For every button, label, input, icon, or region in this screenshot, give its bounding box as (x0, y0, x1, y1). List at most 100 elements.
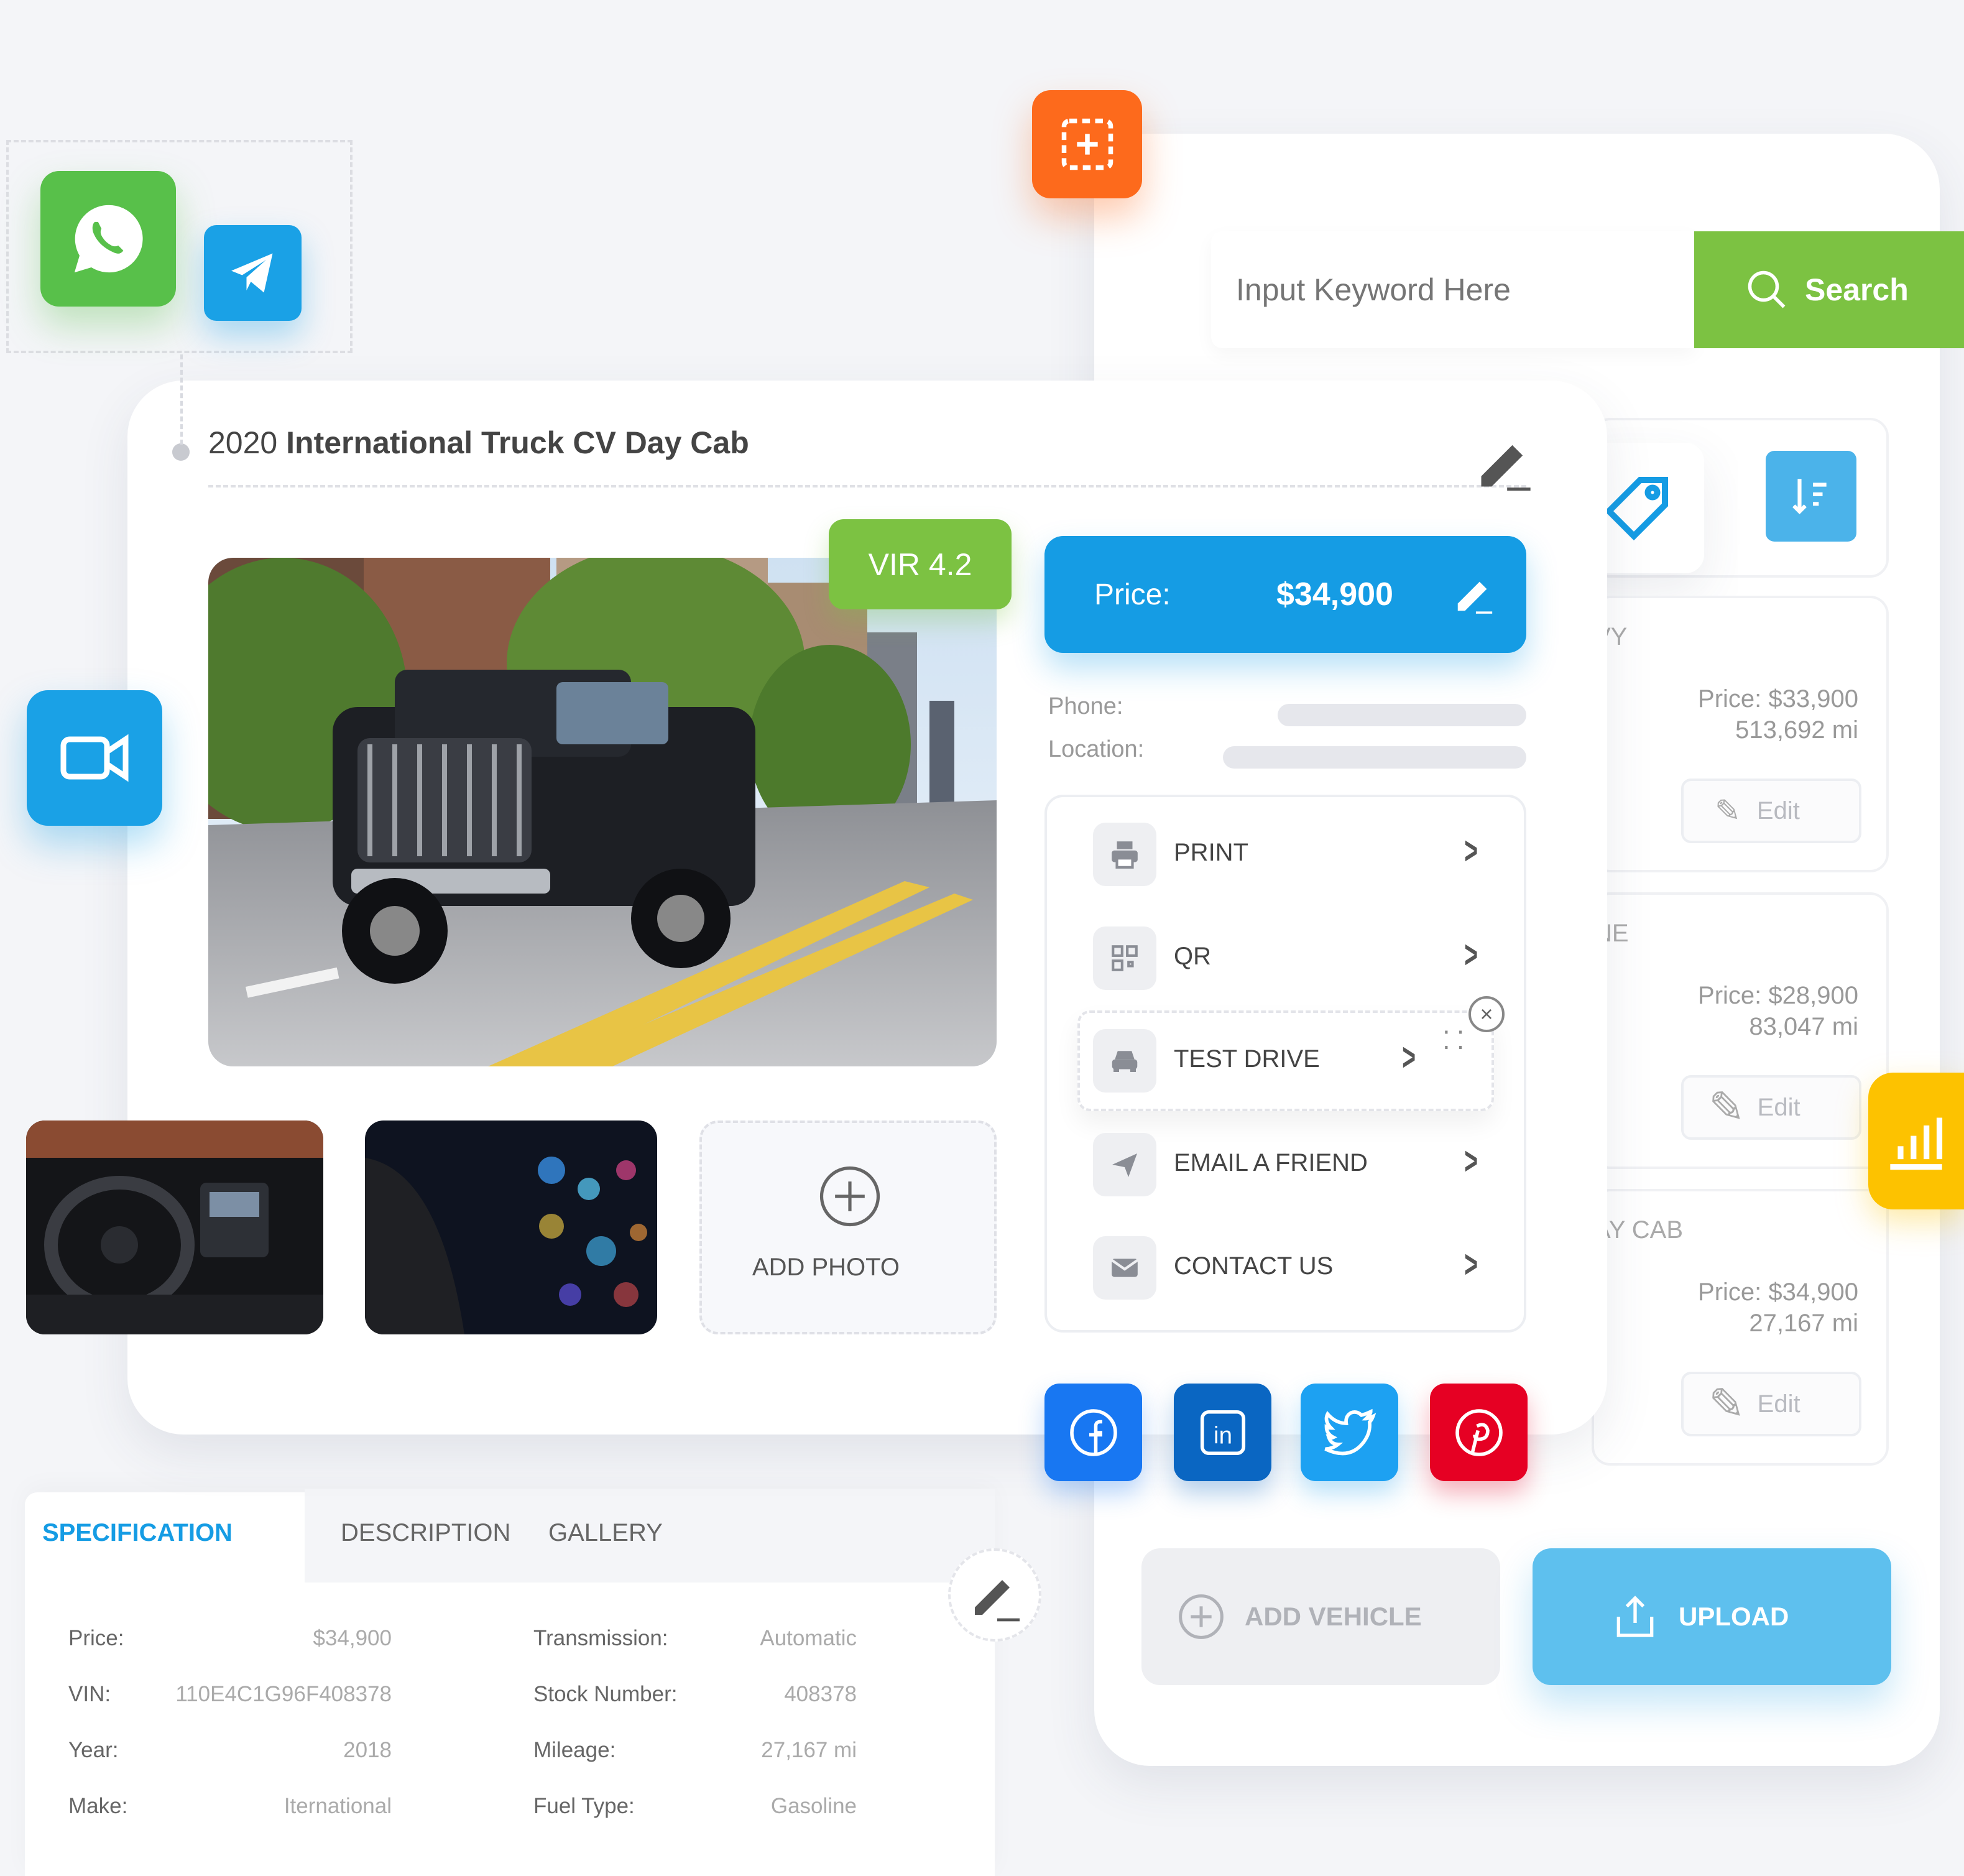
chevron-right-icon: > (1464, 1140, 1478, 1183)
spec-row: Year: 2018 (68, 1738, 392, 1762)
thumbnail-interior[interactable] (26, 1121, 323, 1334)
list-item-mileage: 27,167 mi (1749, 1310, 1858, 1337)
spec-row: VIN: 110E4C1G96F408378 (68, 1682, 392, 1706)
pencil-icon[interactable] (1452, 573, 1496, 616)
title-divider (208, 485, 1526, 487)
search-icon (1748, 270, 1786, 308)
spec-column-left: Price: $34,900 VIN: 110E4C1G96F408378 Year… (68, 1610, 392, 1834)
main-vehicle-photo[interactable] (208, 558, 997, 1066)
pinterest-share-button[interactable] (1430, 1384, 1528, 1481)
dashboard-photo-image (26, 1121, 323, 1334)
drag-handle-icon[interactable]: ⁚⁚ (1442, 1028, 1470, 1053)
chevron-right-icon: > (1402, 1036, 1416, 1079)
spec-row: Transmission: Automatic (533, 1626, 857, 1650)
spec-edit-button[interactable] (948, 1548, 1041, 1642)
search-bar: Search (1211, 231, 1964, 348)
location-value-placeholder (1223, 746, 1526, 769)
list-item-title: AY CAB (1594, 1216, 1684, 1244)
listing-title: 2020 International Truck CV Day Cab (208, 425, 749, 460)
truck-photo-image (208, 558, 997, 1066)
spec-row: Make: Iternational (68, 1794, 392, 1818)
send-icon (1093, 1133, 1156, 1196)
plus-circle-icon (1179, 1594, 1224, 1639)
price-bar[interactable]: Price: $34,900 (1044, 536, 1526, 653)
title-edit-button[interactable] (1470, 429, 1539, 497)
chevron-right-icon: > (1464, 1243, 1478, 1286)
pencil-icon: ✎ (1708, 1380, 1745, 1428)
twitter-share-button[interactable] (1301, 1384, 1398, 1481)
tab-description[interactable]: DESCRIPTION (341, 1505, 510, 1561)
title-dot (172, 443, 190, 461)
envelope-icon (1093, 1236, 1156, 1300)
pinterest-icon (1455, 1408, 1503, 1456)
linkedin-icon: in (1200, 1410, 1245, 1455)
chevron-right-icon: > (1464, 933, 1478, 976)
analytics-button[interactable] (1868, 1073, 1964, 1209)
pencil-icon (1481, 445, 1531, 491)
list-item[interactable]: VY Price: $33,900 513,692 mi ✎ Edit (1592, 596, 1889, 872)
whatsapp-button[interactable] (40, 171, 176, 307)
list-item[interactable]: AY CAB Price: $34,900 27,167 mi ✎ Edit (1592, 1189, 1889, 1466)
add-photo-label: ADD PHOTO (752, 1254, 900, 1281)
chevron-right-icon: > (1464, 829, 1478, 872)
pencil-icon: ✎ (1708, 1083, 1745, 1132)
list-item-mileage: 513,692 mi (1735, 716, 1858, 744)
spec-row: Price: $34,900 (68, 1626, 392, 1650)
tag-icon (1604, 477, 1668, 541)
facebook-icon (1069, 1408, 1117, 1456)
phone-label: Phone: (1048, 693, 1123, 719)
add-photo-button[interactable]: ADD PHOTO (699, 1121, 997, 1334)
add-square-icon (1061, 118, 1113, 170)
search-input[interactable] (1211, 231, 1694, 348)
list-item-mileage: 83,047 mi (1749, 1013, 1858, 1040)
list-item-price: Price: $34,900 (1698, 1278, 1858, 1306)
title-connector (180, 354, 183, 445)
linkedin-share-button[interactable]: in (1174, 1384, 1271, 1481)
whatsapp-icon (74, 205, 143, 273)
printer-icon (1093, 823, 1156, 886)
add-frame-button[interactable] (1032, 90, 1142, 198)
vir-badge: VIR 4.2 (829, 519, 1012, 609)
sort-button[interactable] (1766, 451, 1856, 542)
list-item-price: Price: $33,900 (1698, 685, 1858, 713)
phone-value-placeholder (1278, 704, 1526, 726)
edit-button[interactable]: ✎ Edit (1681, 1372, 1861, 1436)
telegram-icon (231, 253, 272, 293)
action-item-print[interactable]: PRINT > (1093, 823, 1491, 886)
action-item-qr[interactable]: QR > (1093, 926, 1491, 990)
edit-button[interactable]: ✎ Edit (1681, 1075, 1861, 1140)
spec-row: Mileage: 27,167 mi (533, 1738, 857, 1762)
location-label: Location: (1048, 736, 1145, 762)
spec-column-right: Transmission: Automatic Stock Number: 4083… (533, 1610, 857, 1834)
video-camera-icon (60, 734, 129, 782)
tab-gallery[interactable]: GALLERY (548, 1505, 663, 1561)
action-item-test-drive[interactable]: TEST DRIVE > ⁚⁚ (1093, 1028, 1491, 1093)
telegram-button[interactable] (204, 225, 302, 321)
video-button[interactable] (27, 690, 162, 826)
bar-chart-icon (1890, 1117, 1943, 1170)
spec-row: Stock Number: 408378 (533, 1682, 857, 1706)
add-vehicle-button[interactable]: ADD VEHICLE (1141, 1548, 1500, 1685)
car-icon (1093, 1029, 1156, 1093)
edit-button[interactable]: ✎ Edit (1681, 779, 1861, 843)
plus-circle-icon (818, 1164, 882, 1229)
spec-row: Fuel Type: Gasoline (533, 1794, 857, 1818)
qr-code-icon (1093, 926, 1156, 990)
list-item-price: Price: $28,900 (1698, 982, 1858, 1009)
thumbnail-steering[interactable] (365, 1121, 657, 1334)
search-button[interactable]: Search (1694, 231, 1964, 348)
pencil-icon (975, 1580, 1020, 1622)
gauge-photo-image (365, 1121, 657, 1334)
list-item[interactable]: NE Price: $28,900 83,047 mi ✎ Edit (1592, 892, 1889, 1169)
action-item-contact-us[interactable]: CONTACT US > (1093, 1236, 1491, 1300)
tab-specification[interactable]: SPECIFICATION (42, 1505, 233, 1561)
close-icon[interactable]: × (1468, 996, 1505, 1032)
upload-button[interactable]: UPLOAD (1533, 1548, 1891, 1685)
action-item-email-friend[interactable]: EMAIL A FRIEND > (1093, 1133, 1491, 1196)
pencil-icon: ✎ (1715, 793, 1741, 828)
twitter-icon (1324, 1408, 1376, 1455)
svg-text:in: in (1214, 1422, 1232, 1449)
sort-icon (1792, 479, 1827, 515)
facebook-share-button[interactable] (1044, 1384, 1142, 1481)
upload-icon (1616, 1596, 1654, 1637)
